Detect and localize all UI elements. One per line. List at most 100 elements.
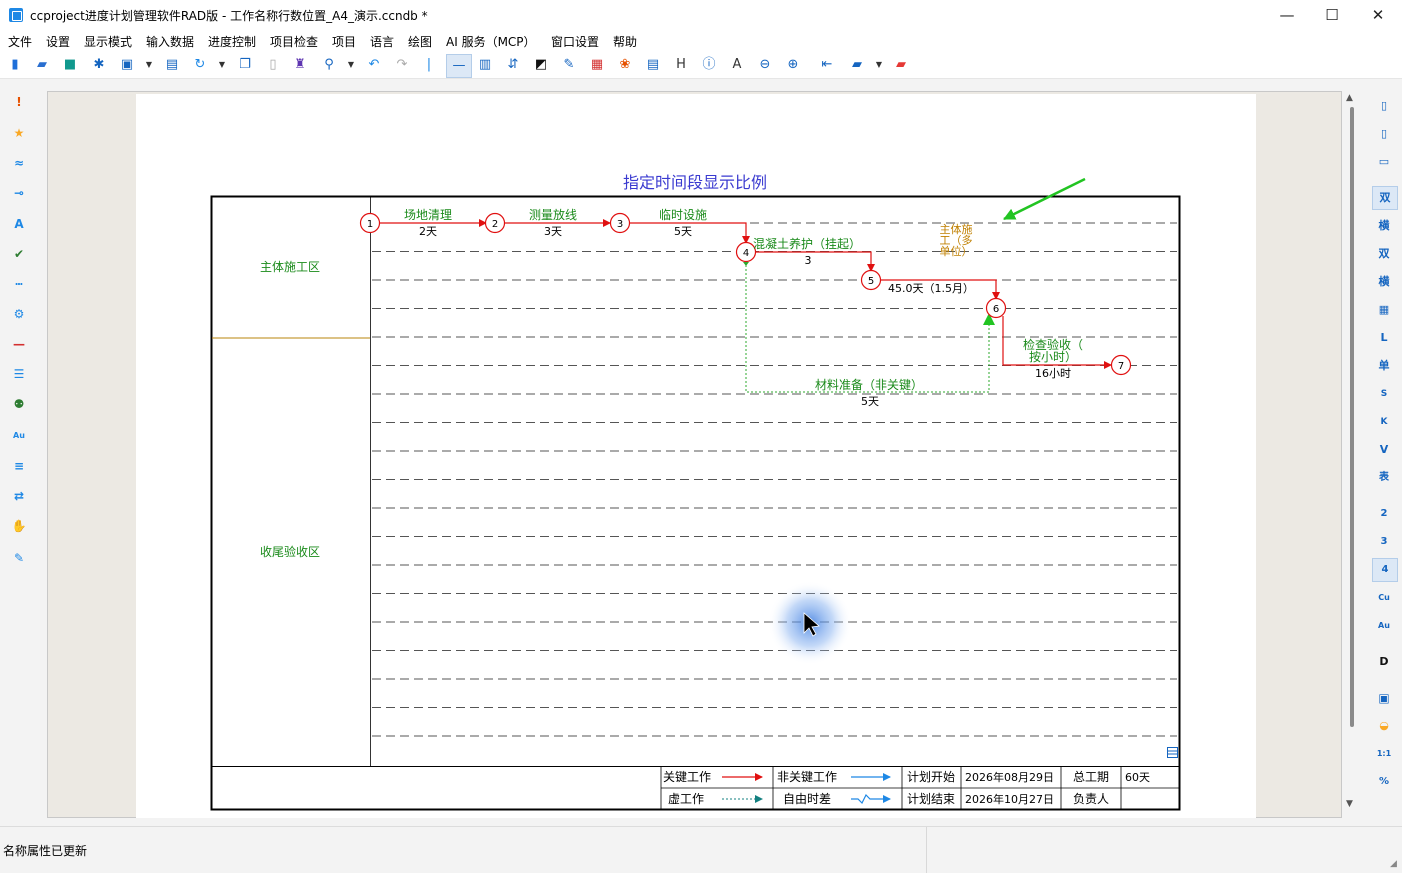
- menu-help[interactable]: 帮助: [613, 33, 637, 50]
- maximize-button[interactable]: ☐: [1309, 0, 1355, 30]
- text-size-icon[interactable]: Au: [11, 428, 27, 444]
- mode-double-alt-button[interactable]: 双: [1372, 243, 1396, 265]
- palette-icon[interactable]: ❀: [617, 57, 633, 73]
- format-painter-icon[interactable]: ♜: [292, 57, 308, 73]
- menu-drawing[interactable]: 绘图: [408, 33, 432, 50]
- vertical-scrollbar[interactable]: ▲ ▼: [1345, 93, 1359, 813]
- menu-project-check[interactable]: 项目检查: [270, 33, 318, 50]
- single-button[interactable]: 单: [1372, 355, 1396, 377]
- menu-project[interactable]: 项目: [332, 33, 356, 50]
- search-icon[interactable]: ⚲: [321, 57, 337, 73]
- au-button[interactable]: Au: [1372, 615, 1396, 637]
- contrast-icon[interactable]: ◩: [533, 57, 549, 73]
- menu-display-mode[interactable]: 显示模式: [84, 33, 132, 50]
- print-icon[interactable]: ▤: [164, 57, 180, 73]
- asterisk-icon[interactable]: ✱: [91, 57, 107, 73]
- level-2-button[interactable]: 2: [1372, 503, 1396, 525]
- level-3-button[interactable]: 3: [1372, 531, 1396, 553]
- dotted-line-icon[interactable]: ┅: [11, 276, 27, 292]
- folder-icon[interactable]: ▰: [849, 57, 865, 73]
- filter-icon[interactable]: ≡: [11, 458, 27, 474]
- menu-window-settings[interactable]: 窗口设置: [551, 33, 599, 50]
- ratio-icon[interactable]: 1:1: [1372, 743, 1396, 765]
- sort-icon[interactable]: ⇵: [505, 57, 521, 73]
- link-icon[interactable]: ⊸: [11, 185, 27, 201]
- info-icon[interactable]: ⓘ: [701, 57, 717, 73]
- horizontal-line-icon[interactable]: —: [446, 54, 472, 78]
- swap-icon[interactable]: ⇄: [11, 488, 27, 504]
- window-title: ccproject进度计划管理软件RAD版 - 工作名称行数位置_A4_演示.c…: [30, 9, 428, 23]
- red-folder-icon[interactable]: ▰: [893, 57, 909, 73]
- heading-icon[interactable]: H: [673, 57, 689, 73]
- users-icon[interactable]: ⚉: [11, 396, 27, 412]
- refresh-icon[interactable]: ↻: [192, 57, 208, 73]
- menu-progress-control[interactable]: 进度控制: [208, 33, 256, 50]
- cu-button[interactable]: Cu: [1372, 587, 1396, 609]
- copy-icon[interactable]: ❐: [237, 57, 253, 73]
- menu-settings[interactable]: 设置: [46, 33, 70, 50]
- s-button[interactable]: S: [1372, 383, 1396, 405]
- title-bar: ccproject进度计划管理软件RAD版 - 工作名称行数位置_A4_演示.c…: [0, 0, 1402, 30]
- font-icon[interactable]: A: [11, 216, 27, 232]
- wave-icon[interactable]: ≈: [11, 155, 27, 171]
- minimize-button[interactable]: —: [1264, 0, 1310, 30]
- drawing-canvas[interactable]: [47, 91, 1342, 818]
- v-button[interactable]: V: [1372, 439, 1396, 461]
- d-button[interactable]: D: [1372, 651, 1396, 673]
- layout-left-icon[interactable]: ▯: [1372, 95, 1396, 117]
- k-button[interactable]: K: [1372, 411, 1396, 433]
- scroll-down-icon[interactable]: ▼: [1346, 799, 1353, 809]
- status-bar: 名称属性已更新 ◢: [0, 826, 1402, 873]
- sort-list-icon[interactable]: ☰: [11, 366, 27, 382]
- text-style-icon[interactable]: A: [729, 57, 745, 73]
- status-separator: [926, 827, 927, 873]
- refresh-dropdown-icon[interactable]: ▼: [214, 57, 230, 73]
- mode-horizontal-alt-button[interactable]: 横: [1372, 271, 1396, 293]
- check-icon[interactable]: ✔: [11, 246, 27, 262]
- collapse-icon[interactable]: ⇤: [819, 57, 835, 73]
- percent-icon[interactable]: %: [1372, 771, 1396, 793]
- pen-icon[interactable]: ✎: [11, 550, 27, 566]
- alert-icon[interactable]: !: [11, 94, 27, 110]
- left-toolbar: ! ★ ≈ ⊸ A ✔ ┅ ⚙ — ☰ ⚉ Au ≡ ⇄ ✋ ✎: [0, 79, 38, 819]
- close-button[interactable]: ✕: [1355, 0, 1401, 30]
- export-dropdown-icon[interactable]: ▼: [141, 57, 157, 73]
- columns-icon[interactable]: ▥: [477, 57, 493, 73]
- l-button[interactable]: L: [1372, 327, 1396, 349]
- mode-horizontal-button[interactable]: 横: [1372, 215, 1396, 237]
- search-dropdown-icon[interactable]: ▼: [343, 57, 359, 73]
- menu-file[interactable]: 文件: [8, 33, 32, 50]
- table-text-button[interactable]: 表: [1372, 467, 1396, 489]
- level-4-button[interactable]: 4: [1372, 558, 1398, 582]
- red-line-icon[interactable]: —: [11, 336, 27, 352]
- layout-bottom-icon[interactable]: ▭: [1372, 151, 1396, 173]
- star-icon[interactable]: ★: [11, 125, 27, 141]
- table-button[interactable]: ▦: [1372, 299, 1396, 321]
- menu-input-data[interactable]: 输入数据: [146, 33, 194, 50]
- brush-icon[interactable]: ✎: [561, 57, 577, 73]
- calendar-icon[interactable]: ▣: [1372, 687, 1396, 709]
- new-file-icon[interactable]: ▮: [7, 57, 23, 73]
- scrollbar-thumb[interactable]: [1350, 107, 1354, 727]
- open-folder-icon[interactable]: ▰: [34, 57, 50, 73]
- layout-right-icon[interactable]: ▯: [1372, 123, 1396, 145]
- report-icon[interactable]: ▦: [589, 57, 605, 73]
- comment-icon[interactable]: ◒: [1372, 715, 1396, 737]
- resize-grip-icon[interactable]: ◢: [1390, 859, 1397, 869]
- gear-icon[interactable]: ⚙: [11, 306, 27, 322]
- save-icon[interactable]: ■: [62, 57, 78, 73]
- menu-language[interactable]: 语言: [370, 33, 394, 50]
- export-image-icon[interactable]: ▣: [119, 57, 135, 73]
- app-icon: [9, 8, 23, 22]
- paste-icon[interactable]: ▯: [265, 57, 281, 73]
- zoom-out-icon[interactable]: ⊖: [757, 57, 773, 73]
- edit-table-icon[interactable]: ▤: [645, 57, 661, 73]
- redo-icon[interactable]: ↷: [394, 57, 410, 73]
- folder-dropdown-icon[interactable]: ▼: [871, 57, 887, 73]
- hand-icon[interactable]: ✋: [11, 518, 27, 534]
- undo-icon[interactable]: ↶: [366, 57, 382, 73]
- zoom-in-icon[interactable]: ⊕: [785, 57, 801, 73]
- menu-ai-service[interactable]: AI 服务（MCP）: [446, 33, 536, 50]
- mode-double-button[interactable]: 双: [1372, 186, 1398, 210]
- scroll-up-icon[interactable]: ▲: [1346, 93, 1353, 103]
